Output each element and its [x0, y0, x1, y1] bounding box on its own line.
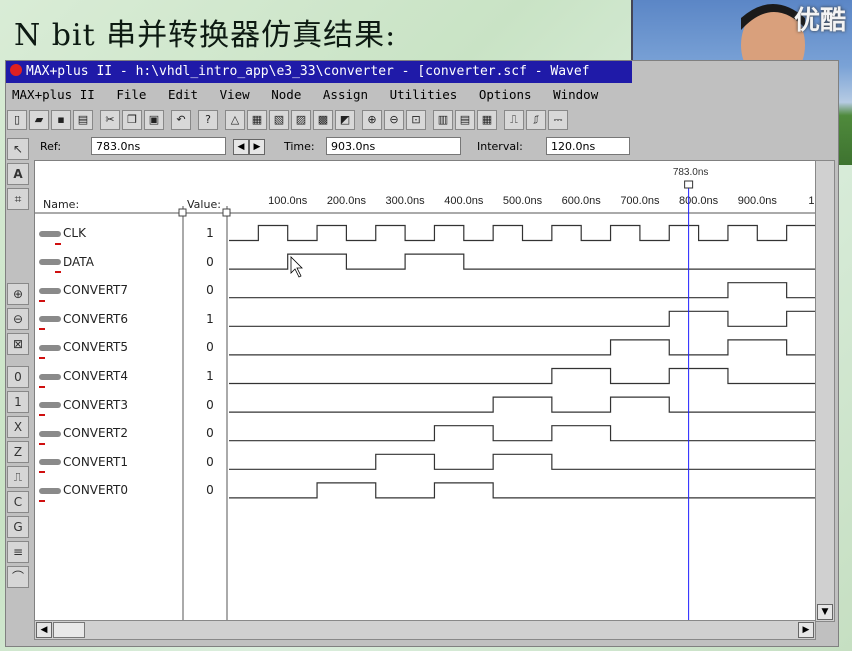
interval-label: Interval:: [477, 140, 523, 153]
copy-icon[interactable]: ❐: [122, 110, 142, 130]
time-tick-label: 300.0ns: [386, 195, 426, 207]
waveform-convert4: [229, 367, 815, 385]
clock-icon[interactable]: ⌒: [7, 566, 29, 588]
waveform-convert6: [229, 310, 815, 327]
wave-clock-icon[interactable]: ⎓: [548, 110, 568, 130]
waveform-data: [229, 253, 815, 270]
overwrite-icon[interactable]: ≡: [7, 541, 29, 563]
time-tick-label: 600.0ns: [562, 195, 602, 207]
simulator-icon[interactable]: ▨: [291, 110, 311, 130]
menu-edit[interactable]: Edit: [168, 83, 198, 107]
level-high-icon[interactable]: 1: [7, 391, 29, 413]
time-field[interactable]: 903.0ns: [326, 137, 461, 155]
paste-icon[interactable]: ▣: [144, 110, 164, 130]
waveform-convert7: [229, 282, 815, 299]
time-tick-label: 800.0ns: [679, 195, 719, 207]
scroll-right-arrow-icon[interactable]: ▶: [798, 622, 814, 638]
interval-field: 120.0ns: [546, 137, 630, 155]
menu-utilities[interactable]: Utilities: [390, 83, 458, 107]
grid-tool-icon[interactable]: ⌗: [7, 188, 29, 210]
cursor-time-label: 783.0ns: [673, 167, 709, 178]
waveform-convert0: [229, 482, 815, 499]
analyze-icon[interactable]: ▦: [477, 110, 497, 130]
menu-bar: MAX+plus II File Edit View Node Assign U…: [6, 83, 632, 107]
help-icon[interactable]: ?: [198, 110, 218, 130]
waveform-canvas[interactable]: 100.0ns 200.0ns 300.0ns 400.0ns 500.0ns 600.0…: [35, 161, 815, 621]
scroll-down-arrow-icon[interactable]: ▼: [817, 604, 833, 620]
menu-view[interactable]: View: [220, 83, 250, 107]
vertical-scrollbar[interactable]: ▼: [815, 160, 835, 622]
menu-node[interactable]: Node: [271, 83, 301, 107]
time-tick-label: 700.0ns: [620, 195, 660, 207]
compile-icon[interactable]: ▥: [433, 110, 453, 130]
waveform-convert2: [229, 425, 815, 442]
waveform-convert5: [229, 339, 815, 356]
new-file-icon[interactable]: ▯: [7, 110, 27, 130]
open-folder-icon[interactable]: ▰: [29, 110, 49, 130]
window-titlebar: MAX+plus II - h:\vhdl_intro_app\e3_33\co…: [6, 61, 632, 83]
zoom-out-icon[interactable]: ⊖: [384, 110, 404, 130]
time-tick-label: 500.0ns: [503, 195, 543, 207]
time-label: Time:: [284, 140, 315, 153]
menu-window[interactable]: Window: [553, 83, 598, 107]
scroll-left-arrow-icon[interactable]: ◀: [36, 622, 52, 638]
scroll-thumb[interactable]: [53, 622, 85, 638]
time-tick-label: 400.0ns: [444, 195, 484, 207]
group-icon[interactable]: G: [7, 516, 29, 538]
invert-icon[interactable]: ⎍: [7, 466, 29, 488]
horizontal-scrollbar[interactable]: ◀ ▶: [34, 620, 816, 640]
level-z-icon[interactable]: Z: [7, 441, 29, 463]
menu-assign[interactable]: Assign: [323, 83, 368, 107]
toolbar: ▯ ▰ ▪ ▤ ✂ ❐ ▣ ↶? △ ▦ ▧ ▨ ▩ ◩ ⊕ ⊖ ⊡ ▥ ▤ ▦ ⎍ ⎎ ⎓: [6, 107, 632, 133]
zoom-in-tool-icon[interactable]: ⊕: [7, 283, 29, 305]
save-icon[interactable]: ▪: [51, 110, 71, 130]
programmer-icon[interactable]: ◩: [335, 110, 355, 130]
undo-icon[interactable]: ↶: [171, 110, 191, 130]
cut-icon[interactable]: ✂: [100, 110, 120, 130]
menu-options[interactable]: Options: [479, 83, 532, 107]
select-arrow-icon[interactable]: ↖: [7, 138, 29, 160]
fit-window-tool-icon[interactable]: ⊠: [7, 333, 29, 355]
watermark: 优酷: [793, 6, 846, 36]
floorplan-icon[interactable]: ▦: [247, 110, 267, 130]
time-tick-label: 900.0ns: [738, 195, 778, 207]
compiler-icon[interactable]: ▧: [269, 110, 289, 130]
window-title: MAX+plus II - h:\vhdl_intro_app\e3_33\co…: [26, 64, 590, 79]
slide-title: N bit 串并转换器仿真结果:: [14, 18, 397, 53]
waveform-clk: [229, 224, 815, 242]
ref-prev-arrow-icon[interactable]: ◀: [233, 139, 249, 155]
column-handle: [222, 208, 231, 217]
print-icon[interactable]: ▤: [73, 110, 93, 130]
waveform-convert1: [229, 453, 815, 470]
zoom-out-tool-icon[interactable]: ⊖: [7, 308, 29, 330]
reference-bar: Ref: 783.0ns ◀ ▶ Time: 903.0ns Interval:…: [36, 135, 826, 159]
menu-file[interactable]: File: [116, 83, 146, 107]
tool-palette: ↖ A ⌗ ⊕ ⊖ ⊠ 0 1 X Z ⎍ C G ≡ ⌒: [7, 138, 29, 588]
wave-set-icon[interactable]: ⎎: [526, 110, 546, 130]
time-tick-label: 1.0: [808, 195, 815, 207]
app-icon: [10, 64, 22, 76]
wave-edit-icon[interactable]: ⎍: [504, 110, 524, 130]
time-tick-label: 100.0ns: [268, 195, 308, 207]
cursor-handle: [684, 180, 694, 189]
simulate-icon[interactable]: ▤: [455, 110, 475, 130]
ref-label: Ref:: [40, 140, 62, 153]
column-handle: [178, 208, 187, 217]
waveform-editor: Name: Value: CLK 1 DATA 0 CONVERT7 0 CONVERT6 1…: [34, 160, 816, 622]
text-tool-icon[interactable]: A: [7, 163, 29, 185]
time-tick-label: 200.0ns: [327, 195, 367, 207]
menu-maxplus[interactable]: MAX+plus II: [12, 83, 95, 107]
zoom-in-icon[interactable]: ⊕: [362, 110, 382, 130]
hierarchy-icon[interactable]: △: [225, 110, 245, 130]
level-x-icon[interactable]: X: [7, 416, 29, 438]
count-icon[interactable]: C: [7, 491, 29, 513]
ref-next-arrow-icon[interactable]: ▶: [249, 139, 265, 155]
waveform-convert3: [229, 396, 815, 413]
level-low-icon[interactable]: 0: [7, 366, 29, 388]
mouse-pointer-icon: [290, 256, 303, 278]
timing-icon[interactable]: ▩: [313, 110, 333, 130]
fit-icon[interactable]: ⊡: [406, 110, 426, 130]
ref-field[interactable]: 783.0ns: [91, 137, 226, 155]
